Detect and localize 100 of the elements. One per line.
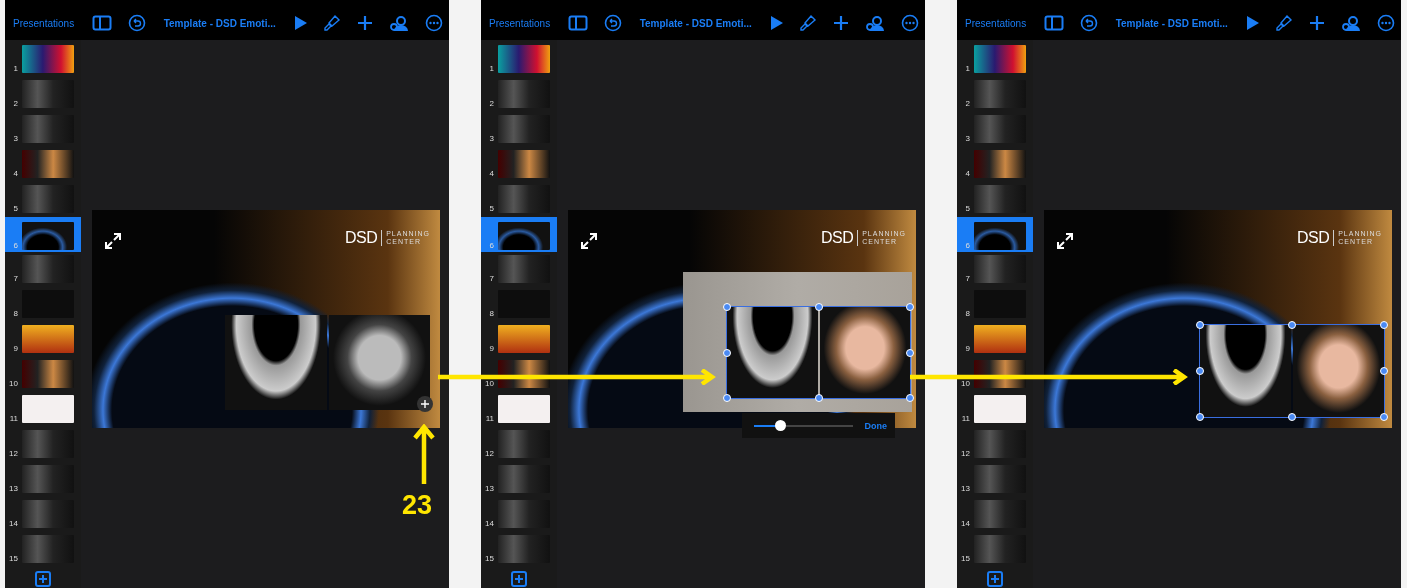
expand-icon[interactable] [1056,232,1074,250]
slide-number: 5 [964,205,970,213]
selection-handle[interactable] [1380,413,1388,421]
slide-thumbnail-row[interactable]: 5 [957,184,1033,215]
slide-thumbnail-row[interactable]: 11 [5,394,81,425]
slide-thumbnail-row[interactable]: 13 [5,464,81,495]
slide-thumbnail-row[interactable]: 13 [957,464,1033,495]
slide-thumbnail-row[interactable]: 5 [481,184,557,215]
slide-thumbnail [498,150,550,178]
selection-handle[interactable] [1380,367,1388,375]
person-collaborate-icon[interactable] [865,14,886,32]
slide-thumbnail-row[interactable]: 3 [481,114,557,145]
more-icon[interactable] [900,14,919,32]
plus-icon[interactable] [357,15,374,31]
play-icon[interactable] [1245,15,1260,31]
more-icon[interactable] [424,14,443,32]
slide-number: 15 [484,555,494,563]
selection-handle[interactable] [723,394,731,402]
slide-thumbnail-row[interactable]: 10 [5,359,81,390]
add-slide-icon[interactable] [511,571,527,587]
sidebar-icon[interactable] [1044,15,1064,31]
expand-icon[interactable] [104,232,122,250]
slide-thumbnail-row[interactable]: 8 [481,289,557,320]
slide-thumbnail-row[interactable]: 12 [957,429,1033,460]
slide-thumbnail-row[interactable]: 11 [481,394,557,425]
sidebar-icon[interactable] [568,15,588,31]
slide-thumbnail-row[interactable]: 4 [957,149,1033,180]
plus-icon[interactable] [417,396,433,412]
plus-icon[interactable] [833,15,850,31]
slide-thumbnail [498,325,550,353]
slide-number: 8 [12,310,18,318]
slide-thumbnail-row[interactable]: 13 [481,464,557,495]
slide-thumbnail-row[interactable]: 11 [957,394,1033,425]
slide-thumbnail-row[interactable]: 2 [957,79,1033,110]
slide-thumbnail-row[interactable]: 15 [481,534,557,565]
more-icon[interactable] [1376,14,1395,32]
slider-thumb[interactable] [774,419,786,431]
slide-thumbnail-row[interactable]: 12 [5,429,81,460]
slide-thumbnail-row[interactable]: 9 [5,324,81,355]
slide-thumbnail-row[interactable]: 14 [957,499,1033,530]
plus-icon[interactable] [1309,15,1326,31]
slide-thumbnail-row[interactable]: 15 [5,534,81,565]
done-button[interactable]: Done [864,420,887,431]
slide-thumbnail-row[interactable]: 14 [481,499,557,530]
slide-thumbnail-row[interactable]: 15 [957,534,1033,565]
selection-handle[interactable] [906,348,914,357]
paintbrush-icon[interactable] [799,14,818,32]
selection-handle[interactable] [1196,413,1204,421]
slide-thumbnail-row[interactable]: 1 [5,44,81,75]
presentations-button[interactable]: Presentations [487,15,553,31]
slide-thumbnail [498,222,550,250]
selection-handle[interactable] [723,348,731,357]
document-title[interactable]: Template - DSD Emoti... [1113,15,1230,31]
sidebar-icon[interactable] [92,15,112,31]
person-collaborate-icon[interactable] [1341,14,1362,32]
add-slide-icon[interactable] [35,571,51,587]
slide-thumbnail [22,150,74,178]
slide-thumbnail-row[interactable]: 1 [481,44,557,75]
slide-thumbnail-row[interactable]: 3 [5,114,81,145]
slide-thumbnail-row[interactable]: 7 [957,254,1033,285]
slide-thumbnail-row[interactable]: 1 [957,44,1033,75]
selection-handle[interactable] [906,303,914,311]
play-icon[interactable] [769,15,784,31]
selection-handle[interactable] [814,303,823,311]
slide-thumbnail-row[interactable]: 3 [957,114,1033,145]
slide-thumbnail-row[interactable]: 2 [5,79,81,110]
document-title[interactable]: Template - DSD Emoti... [161,15,278,31]
undo-icon[interactable] [1079,14,1098,32]
undo-icon[interactable] [603,14,622,32]
slide-thumbnail-row[interactable]: 8 [957,289,1033,320]
slide-thumbnail-row[interactable]: 14 [5,499,81,530]
slide-thumbnail-row[interactable]: 7 [481,254,557,285]
selection-handle[interactable] [1288,413,1296,421]
paintbrush-icon[interactable] [1275,14,1294,32]
slide-thumbnail-row[interactable]: 8 [5,289,81,320]
slide-thumbnail-row[interactable]: 7 [5,254,81,285]
document-title[interactable]: Template - DSD Emoti... [637,15,754,31]
selection-handle[interactable] [1380,321,1388,329]
selection-handle[interactable] [723,303,731,311]
selection-handle[interactable] [1196,367,1204,375]
slide-thumbnail-row[interactable]: 4 [481,149,557,180]
person-collaborate-icon[interactable] [389,14,410,32]
selection-handle[interactable] [814,394,823,402]
selection-handle[interactable] [1288,321,1296,329]
play-icon[interactable] [293,15,308,31]
presentations-button[interactable]: Presentations [11,15,77,31]
slide-thumbnail-row[interactable]: 4 [5,149,81,180]
slide-thumbnail-row[interactable]: 2 [481,79,557,110]
selection-handle[interactable] [906,394,914,402]
slide-number: 12 [484,450,494,458]
slide-thumbnail-row[interactable]: 9 [481,324,557,355]
selection-handle[interactable] [1196,321,1204,329]
undo-icon[interactable] [127,14,146,32]
add-slide-icon[interactable] [987,571,1003,587]
slide-thumbnail-row[interactable]: 5 [5,184,81,215]
expand-icon[interactable] [580,232,598,250]
paintbrush-icon[interactable] [323,14,342,32]
presentations-button[interactable]: Presentations [963,15,1029,31]
slide-thumbnail-row[interactable]: 12 [481,429,557,460]
slide-thumbnail-row[interactable]: 9 [957,324,1033,355]
